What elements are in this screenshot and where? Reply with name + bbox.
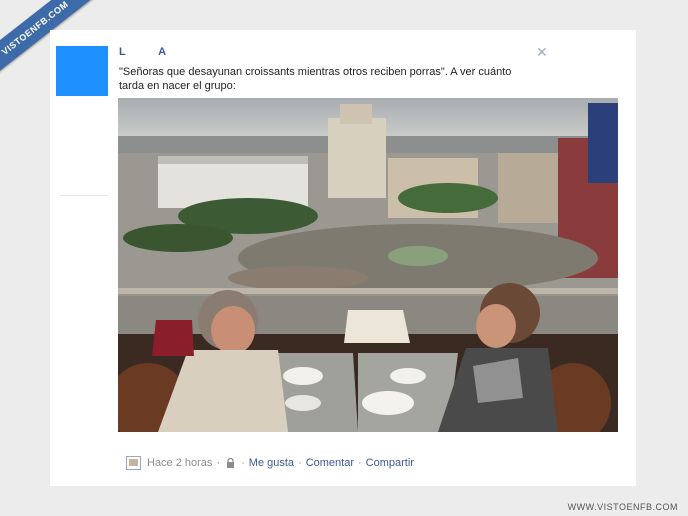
site-watermark: WWW.VISTOENFB.COM	[567, 502, 678, 512]
post-time[interactable]: Hace 2 horas	[147, 457, 212, 469]
comment-link[interactable]: Comentar	[306, 457, 354, 469]
separator: ·	[241, 457, 245, 469]
photo-illustration	[118, 98, 618, 432]
post-photo[interactable]	[118, 98, 618, 432]
separator: ·	[358, 457, 362, 469]
avatar[interactable]	[56, 46, 108, 96]
separator: ·	[298, 457, 302, 469]
lock-icon[interactable]	[226, 458, 235, 468]
post-actions: Hace 2 horas · · Me gusta · Comentar · C…	[126, 456, 414, 470]
post-card: L A ✕ "Señoras que desayunan croissants …	[50, 30, 636, 486]
divider	[60, 195, 108, 196]
post-text: "Señoras que desayunan croissants mientr…	[119, 66, 512, 92]
separator: ·	[216, 457, 221, 469]
app-icon	[126, 456, 141, 470]
like-link[interactable]: Me gusta	[249, 457, 294, 469]
close-icon[interactable]: ✕	[536, 44, 548, 61]
author-name[interactable]: L A	[119, 46, 166, 58]
share-link[interactable]: Compartir	[366, 457, 414, 469]
